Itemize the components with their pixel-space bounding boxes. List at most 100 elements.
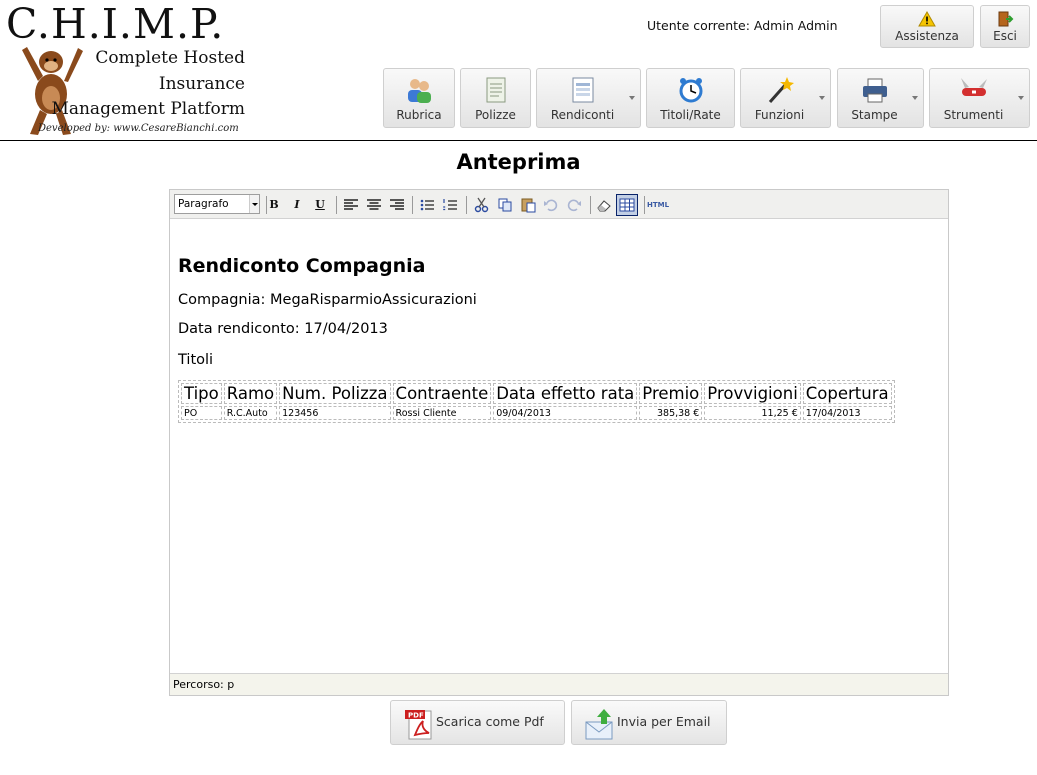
paste-icon (521, 198, 536, 213)
underline-button[interactable]: U (311, 196, 329, 214)
col-header: Provvigioni (704, 383, 801, 404)
table-button[interactable] (616, 194, 638, 216)
toolbar-separator (412, 196, 413, 214)
developed-by: Developed by: www.CesareBianchi.com (38, 123, 239, 134)
pdf-icon: PDF (405, 710, 432, 740)
col-header: Num. Polizza (279, 383, 391, 404)
svg-text:PDF: PDF (408, 712, 424, 720)
nav-rubrica-button[interactable]: Rubrica (383, 68, 455, 128)
html-source-button[interactable]: HTML (647, 196, 669, 214)
chevron-down-icon (629, 96, 635, 100)
magic-wand-icon (768, 77, 794, 103)
section-title: Titoli (178, 352, 214, 368)
redo-icon (567, 199, 581, 212)
remove-format-button[interactable] (595, 196, 613, 214)
toolbar-separator (466, 196, 467, 214)
chevron-down-icon (1018, 96, 1024, 100)
table-cell: 123456 (279, 406, 391, 420)
current-user: Utente corrente: Admin Admin (647, 18, 838, 33)
nav-titoli-rate-button[interactable]: Titoli/Rate (646, 68, 735, 128)
nav-funzioni-label: Funzioni (754, 108, 805, 122)
warning-icon (918, 10, 936, 27)
align-left-button[interactable] (342, 196, 360, 214)
chevron-down-icon (819, 96, 825, 100)
paste-button[interactable] (519, 196, 537, 214)
nav-polizze-label: Polizze (475, 108, 516, 122)
nav-strumenti-button[interactable]: Strumenti (929, 68, 1030, 128)
cut-button[interactable] (473, 196, 491, 214)
undo-icon (544, 199, 558, 212)
redo-button[interactable] (565, 196, 583, 214)
titoli-table: Tipo Ramo Num. Polizza Contraente Data e… (178, 380, 895, 423)
align-left-icon (344, 199, 358, 210)
toolbar-separator (590, 196, 591, 214)
bullet-list-icon (420, 199, 434, 211)
printer-icon (862, 78, 887, 103)
chevron-down-icon (249, 195, 259, 213)
document-heading: Rendiconto Compagnia (178, 255, 426, 277)
undo-button[interactable] (542, 196, 560, 214)
report-date-line: Data rendiconto: 17/04/2013 (178, 321, 388, 337)
nav-polizze-button[interactable]: Polizze (460, 68, 531, 128)
align-right-button[interactable] (388, 196, 406, 214)
logo-line-2: Insurance (158, 74, 245, 94)
nav-rendiconti-button[interactable]: Rendiconti (536, 68, 641, 128)
nav-rendiconti-label: Rendiconti (550, 108, 615, 122)
rich-text-editor: Paragrafo B I U HTML Rendiconto Compagni… (169, 189, 949, 696)
col-header: Premio (639, 383, 703, 404)
send-email-button[interactable]: Invia per Email (571, 700, 727, 745)
bullet-list-button[interactable] (418, 196, 436, 214)
esci-label: Esci (993, 29, 1017, 43)
col-header: Tipo (181, 383, 222, 404)
align-center-button[interactable] (365, 196, 383, 214)
table-cell: 11,25 € (704, 406, 801, 420)
table-header-row: Tipo Ramo Num. Polizza Contraente Data e… (181, 383, 892, 404)
align-right-icon (390, 199, 404, 210)
logo-line-3: Management Platform (51, 99, 245, 119)
numbered-list-button[interactable] (441, 196, 459, 214)
document-icon (486, 77, 505, 103)
bold-button[interactable]: B (265, 196, 283, 214)
col-header: Data effetto rata (493, 383, 638, 404)
copy-button[interactable] (496, 196, 514, 214)
italic-button[interactable]: I (288, 196, 306, 214)
table-cell: R.C.Auto (223, 406, 278, 420)
download-pdf-button[interactable]: PDF Scarica come Pdf (390, 700, 565, 745)
table-icon (619, 198, 635, 212)
company-line: Compagnia: MegaRisparmioAssicurazioni (178, 292, 477, 308)
assistenza-button[interactable]: Assistenza (880, 5, 974, 48)
italic-label: I (294, 198, 300, 211)
toolbar-separator (336, 196, 337, 214)
col-header: Contraente (392, 383, 492, 404)
page-title: Anteprima (456, 150, 581, 174)
swiss-knife-icon (960, 78, 987, 96)
email-send-icon (585, 709, 613, 740)
editor-toolbar: Paragrafo B I U HTML (170, 190, 948, 219)
nav-strumenti-label: Strumenti (943, 108, 1004, 122)
nav-titoli-rate-label: Titoli/Rate (660, 108, 721, 122)
table-cell: 17/04/2013 (802, 406, 892, 420)
report-icon (572, 77, 593, 103)
header-divider (0, 140, 1037, 141)
send-email-label: Invia per Email (617, 714, 711, 729)
esci-button[interactable]: Esci (980, 5, 1030, 48)
table-cell: 385,38 € (639, 406, 703, 420)
editor-content[interactable]: Rendiconto Compagnia Compagnia: MegaRisp… (170, 219, 948, 674)
format-select-value: Paragrafo (178, 198, 229, 210)
nav-stampe-label: Stampe (851, 108, 898, 122)
contacts-icon (408, 79, 431, 103)
format-select[interactable]: Paragrafo (174, 194, 260, 214)
logo-line-1: Complete Hosted (95, 48, 245, 68)
table-row: PO R.C.Auto 123456 Rossi Cliente 09/04/2… (181, 406, 892, 420)
scissors-icon (474, 197, 489, 213)
table-cell: Rossi Cliente (392, 406, 492, 420)
bold-label: B (269, 198, 279, 211)
nav-funzioni-button[interactable]: Funzioni (740, 68, 831, 128)
logo: C.H.I.M.P. Complete Hosted Insurance Man… (4, 0, 249, 140)
exit-door-icon (998, 11, 1014, 27)
chevron-down-icon (912, 96, 918, 100)
alarm-clock-icon (679, 78, 702, 103)
assistenza-label: Assistenza (895, 29, 959, 43)
nav-stampe-button[interactable]: Stampe (837, 68, 924, 128)
col-header: Copertura (802, 383, 892, 404)
